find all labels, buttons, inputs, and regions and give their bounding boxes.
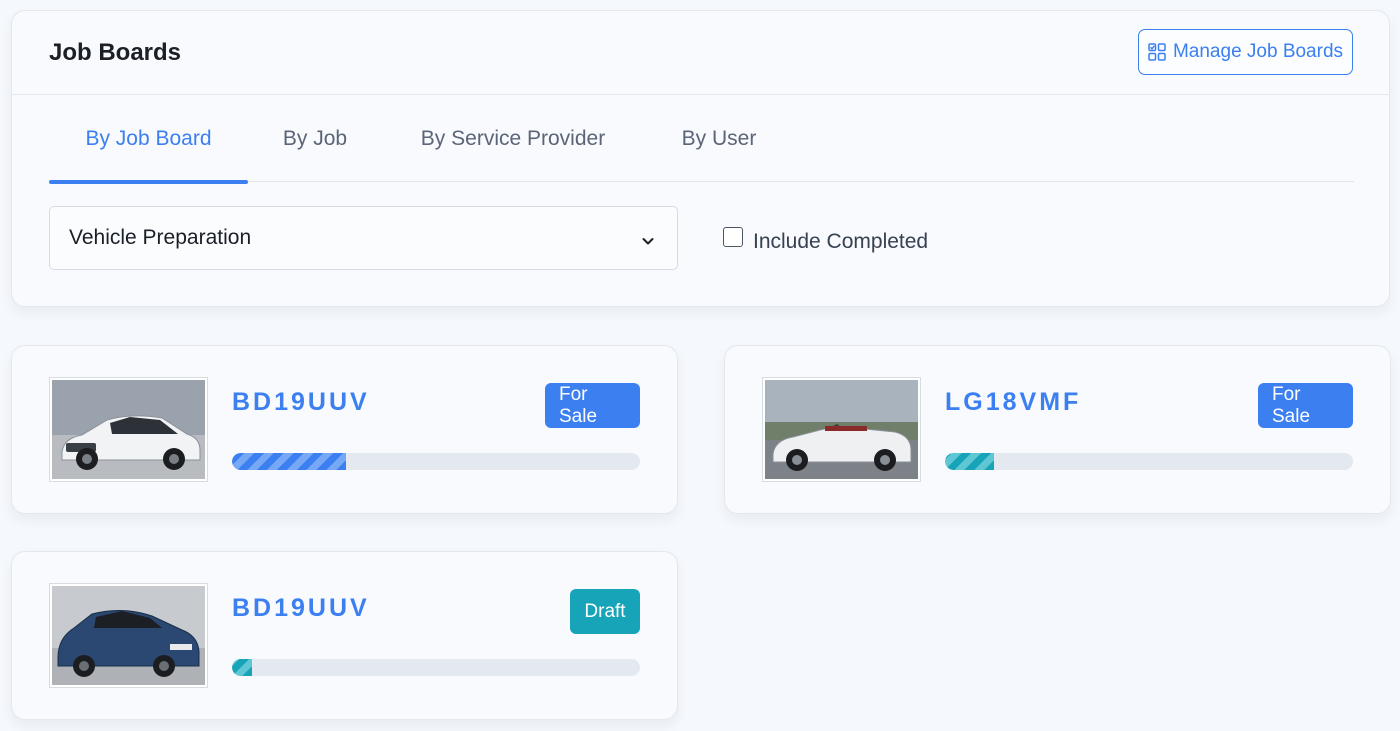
grid-icon bbox=[1148, 43, 1166, 61]
tab-label: By Service Provider bbox=[420, 126, 606, 150]
vehicle-registration[interactable]: BD19UUV bbox=[232, 388, 370, 417]
tab-label: By Job Board bbox=[85, 126, 212, 150]
vehicle-registration[interactable]: BD19UUV bbox=[232, 594, 370, 623]
progress-fill bbox=[945, 453, 994, 470]
job-boards-panel: Job Boards Manage Job Boards By Job Boar… bbox=[11, 10, 1390, 307]
vehicle-thumbnail[interactable] bbox=[49, 377, 208, 482]
progress-fill bbox=[232, 659, 253, 676]
vehicle-thumbnail[interactable] bbox=[762, 377, 921, 482]
progress-bar bbox=[945, 453, 1353, 470]
page-title: Job Boards bbox=[49, 39, 182, 66]
job-card[interactable]: LG18VMF For Sale bbox=[724, 345, 1391, 514]
panel-header: Job Boards Manage Job Boards bbox=[12, 11, 1389, 95]
vehicle-registration[interactable]: LG18VMF bbox=[945, 388, 1081, 417]
include-completed-label: Include Completed bbox=[753, 230, 929, 253]
tab-by-service-provider[interactable]: By Service Provider bbox=[382, 95, 644, 182]
include-completed-toggle[interactable]: Include Completed bbox=[723, 227, 929, 254]
manage-job-boards-label: Manage Job Boards bbox=[1172, 41, 1344, 62]
progress-fill bbox=[232, 453, 347, 470]
job-board-select-value: Vehicle Preparation bbox=[69, 226, 252, 249]
job-card[interactable]: BD19UUV Draft bbox=[11, 551, 678, 720]
car-image bbox=[765, 380, 918, 479]
progress-bar bbox=[232, 659, 640, 676]
vehicle-thumbnail[interactable] bbox=[49, 583, 208, 688]
tab-by-user[interactable]: By User bbox=[644, 95, 794, 182]
car-image bbox=[52, 380, 205, 479]
job-board-select[interactable]: Vehicle Preparation bbox=[49, 206, 678, 270]
status-badge: For Sale bbox=[545, 383, 640, 428]
view-tabs: By Job Board By Job By Service Provider … bbox=[49, 95, 1354, 184]
status-badge: Draft bbox=[570, 589, 640, 634]
job-card[interactable]: BD19UUV For Sale bbox=[11, 345, 678, 514]
tab-by-job[interactable]: By Job bbox=[248, 95, 382, 182]
status-badge: For Sale bbox=[1258, 383, 1353, 428]
tab-label: By User bbox=[681, 126, 757, 150]
progress-bar bbox=[232, 453, 640, 470]
car-image bbox=[52, 586, 205, 685]
tab-label: By Job bbox=[282, 126, 348, 150]
manage-job-boards-button[interactable]: Manage Job Boards bbox=[1138, 29, 1353, 75]
chevron-down-icon bbox=[641, 230, 655, 254]
tab-by-job-board[interactable]: By Job Board bbox=[49, 95, 248, 184]
include-completed-checkbox[interactable] bbox=[723, 227, 743, 247]
